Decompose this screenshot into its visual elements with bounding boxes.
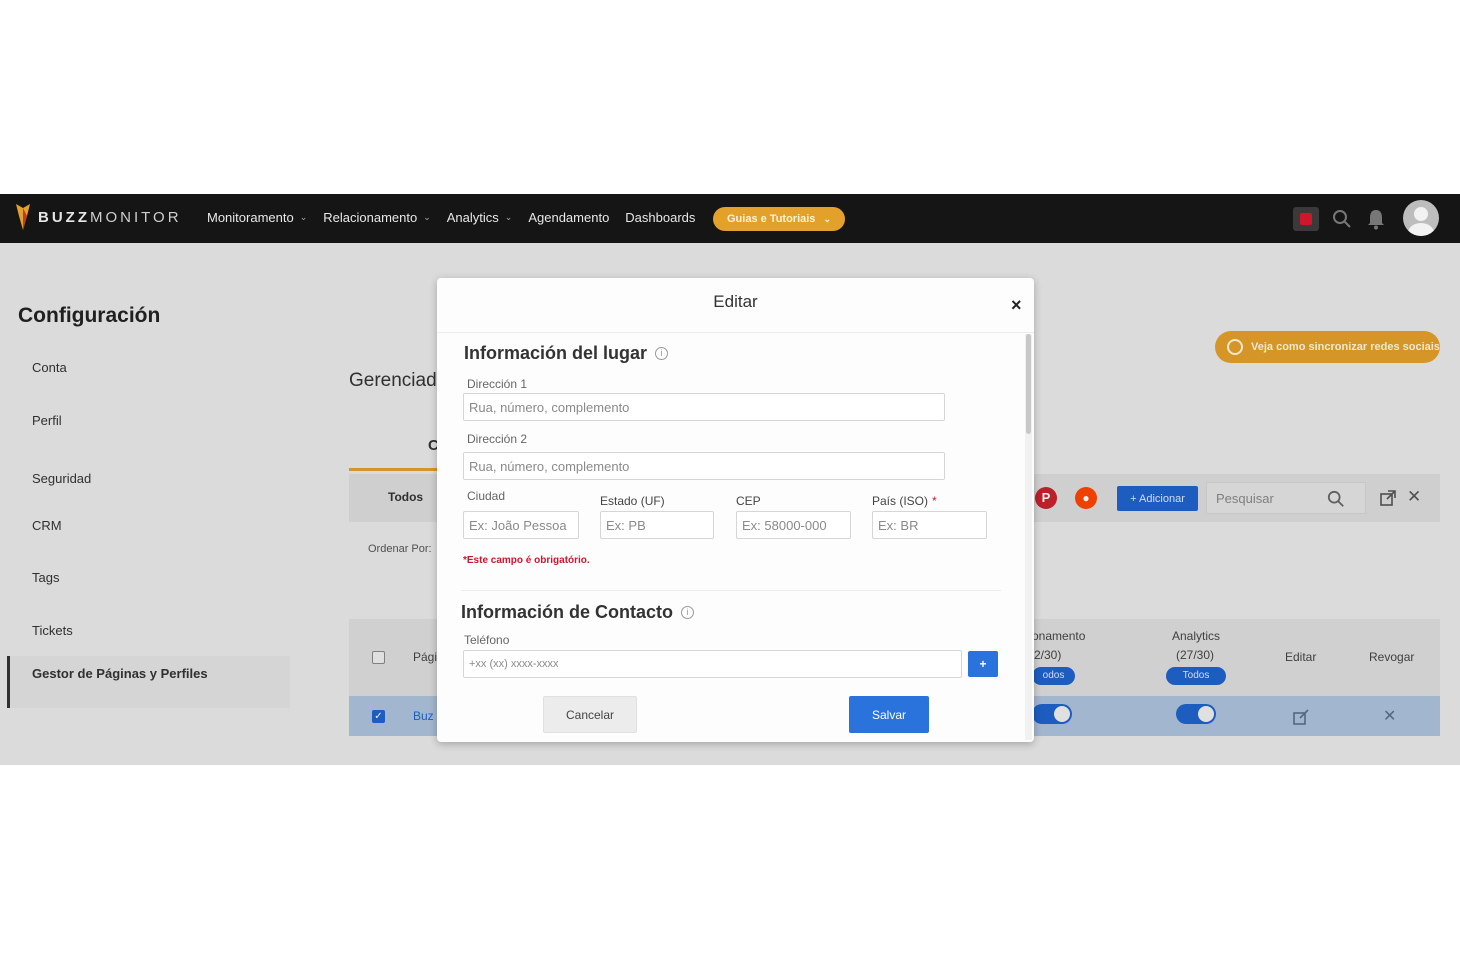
save-button[interactable]: Salvar (849, 696, 929, 733)
search-icon (1327, 490, 1344, 507)
select-all-checkbox[interactable] (372, 651, 385, 664)
address1-label: Dirección 1 (467, 377, 528, 391)
modal-divider (437, 332, 1034, 333)
address2-label: Dirección 2 (467, 432, 528, 446)
state-label: Estado (UF) (600, 494, 665, 508)
add-button[interactable]: + Adicionar (1117, 486, 1198, 511)
rel-toggle[interactable] (1032, 704, 1072, 724)
col-edit: Editar (1285, 650, 1317, 664)
sidebar-item-perfil[interactable]: Perfil (32, 413, 62, 428)
scrollbar-thumb[interactable] (1026, 334, 1031, 434)
country-input[interactable] (872, 511, 987, 539)
col-analytics-count: (27/30) (1176, 648, 1215, 662)
state-input[interactable] (600, 511, 714, 539)
col-rel-title: onamento (1032, 629, 1086, 643)
edit-icon[interactable] (1293, 709, 1309, 725)
cep-label: CEP (736, 494, 761, 508)
sidebar-item-conta[interactable]: Conta (32, 360, 67, 375)
section-divider (461, 590, 1001, 591)
guides-button[interactable]: Guias e Tutoriais ⌄ (713, 207, 845, 231)
logo-text: BUZZMONITOR (38, 208, 182, 226)
address1-input[interactable] (463, 393, 945, 421)
top-navbar: BUZZMONITOR Monitoramento ⌄ Relacionament… (0, 194, 1460, 243)
required-error: *Este campo é obrigatório. (463, 555, 590, 566)
col-rel-filter-pill[interactable]: odos (1032, 667, 1075, 685)
nav-agendamento[interactable]: Agendamento (528, 210, 609, 225)
sidebar-item-tickets[interactable]: Tickets (32, 623, 73, 638)
row-checkbox[interactable]: ✓ (372, 710, 385, 723)
country-label: País (ISO) * (872, 494, 937, 508)
section-place-title: Información del lugar i (464, 343, 669, 364)
col-revoke: Revogar (1369, 650, 1415, 664)
avatar[interactable] (1403, 200, 1439, 236)
col-analytics-filter-pill[interactable]: Todos (1166, 667, 1226, 685)
bell-icon[interactable] (1366, 208, 1386, 230)
phone-input[interactable] (463, 650, 962, 678)
nav-relacionamento[interactable]: Relacionamento ⌄ (323, 210, 431, 225)
sidebar-title: Configuración (18, 304, 161, 327)
col-rel-count: 2/30) (1034, 648, 1062, 662)
main-nav: Monitoramento ⌄ Relacionamento ⌄ Analytics… (207, 210, 711, 225)
search-icon[interactable] (1332, 209, 1352, 229)
row-page-link[interactable]: Buz (413, 709, 434, 723)
pinterest-icon[interactable]: P (1035, 487, 1057, 509)
order-label: Ordenar Por: (368, 543, 432, 555)
edit-modal: Editar × Información del lugar i Direcció… (437, 278, 1034, 742)
logo-icon (16, 204, 30, 230)
app-window: BUZZMONITOR Monitoramento ⌄ Relacionament… (0, 194, 1460, 765)
search-input[interactable]: Pesquisar (1206, 482, 1366, 514)
logo[interactable]: BUZZMONITOR (14, 202, 182, 232)
play-icon (1227, 339, 1243, 355)
close-icon[interactable]: × (1011, 295, 1022, 316)
cancel-button[interactable]: Cancelar (543, 696, 637, 733)
close-icon[interactable]: ✕ (1407, 487, 1421, 507)
nav-dashboards[interactable]: Dashboards (625, 210, 695, 225)
city-label: Ciudad (467, 489, 506, 503)
add-phone-button[interactable]: + (968, 651, 998, 677)
info-icon[interactable]: i (655, 347, 669, 360)
sync-guide-button[interactable]: Veja como sincronizar redes sociais (1215, 331, 1440, 363)
chevron-down-icon: ⌄ (504, 212, 513, 222)
city-input[interactable] (463, 511, 579, 539)
cep-input[interactable] (736, 511, 851, 539)
info-icon[interactable]: i (681, 606, 695, 619)
filter-todos[interactable]: Todos (388, 490, 423, 504)
col-page: Pági (413, 650, 438, 664)
sidebar-item-gestor[interactable]: Gestor de Páginas y Perfiles (32, 666, 208, 681)
chevron-down-icon: ⌄ (423, 212, 431, 222)
reddit-icon[interactable]: ● (1075, 487, 1097, 509)
nav-analytics[interactable]: Analytics ⌄ (447, 210, 513, 225)
modal-title: Editar (713, 292, 758, 311)
phone-label: Teléfono (464, 633, 510, 647)
page-title: Gerenciad (349, 370, 437, 391)
active-tab-underline (349, 468, 439, 471)
sidebar-item-tags[interactable]: Tags (32, 570, 59, 585)
sidebar-item-crm[interactable]: CRM (32, 518, 62, 533)
chevron-down-icon: ⌄ (299, 212, 308, 222)
record-button[interactable] (1293, 207, 1319, 231)
col-analytics-title: Analytics (1172, 629, 1221, 643)
nav-monitoramento[interactable]: Monitoramento ⌄ (207, 210, 307, 225)
record-icon (1300, 213, 1312, 225)
external-link-icon[interactable] (1380, 490, 1396, 506)
analytics-toggle[interactable] (1176, 704, 1216, 724)
sidebar-item-seguridad[interactable]: Seguridad (32, 471, 91, 486)
chevron-down-icon: ⌄ (823, 213, 831, 224)
section-contact-title: Información de Contacto i (461, 602, 695, 623)
sidebar-active-highlight (10, 656, 290, 708)
revoke-icon[interactable]: ✕ (1383, 706, 1396, 726)
required-marker: * (932, 494, 937, 508)
sidebar-active-indicator (7, 656, 10, 708)
address2-input[interactable] (463, 452, 945, 480)
